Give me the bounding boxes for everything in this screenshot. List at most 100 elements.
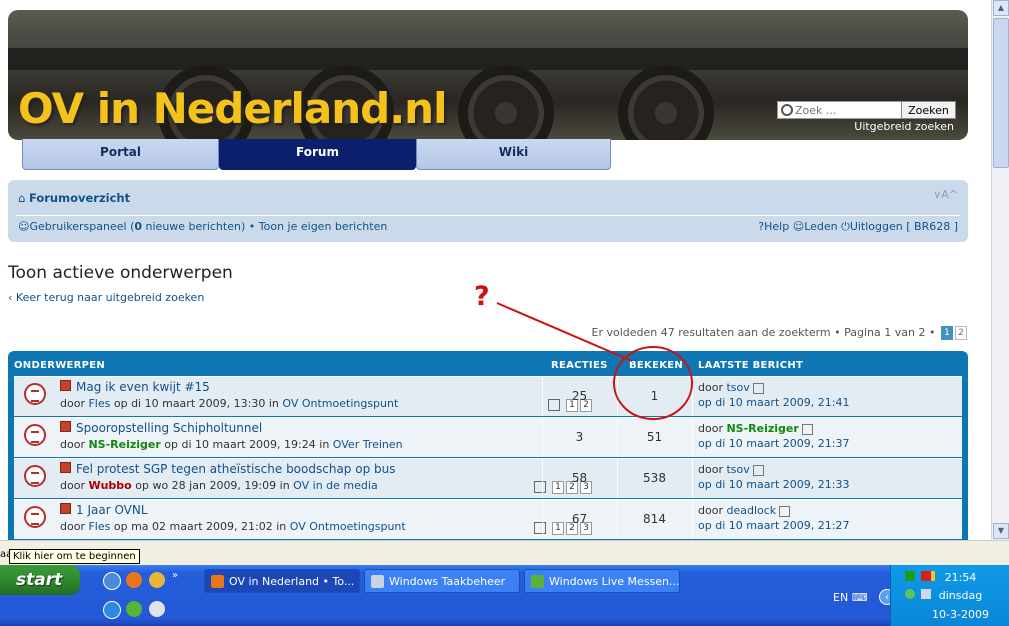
scroll-up-arrow-icon[interactable]: ▲ — [993, 0, 1009, 16]
page-label: Pagina — [844, 326, 881, 339]
user-panel-link[interactable]: Gebruikerspaneel — [29, 220, 126, 233]
last-by-label: door — [698, 463, 723, 476]
topic-date: op di 10 maart 2009, 13:30 — [113, 397, 266, 410]
in-label: in — [279, 479, 290, 492]
quicklaunch-expand-icon[interactable]: » — [172, 570, 188, 586]
topic-date: op wo 28 jan 2009, 19:09 — [135, 479, 277, 492]
last-post-date: op di 10 maart 2009, 21:33 — [698, 478, 850, 491]
topic-forum[interactable]: OV Ontmoetingspunt — [282, 397, 398, 410]
own-posts-link[interactable]: Toon je eigen berichten — [259, 220, 388, 233]
topic-author[interactable]: NS-Reiziger — [88, 438, 160, 451]
keyboard-icon: ⌨ — [851, 591, 868, 604]
topic-meta: door Fles op ma 02 maart 2009, 21:02 in … — [60, 520, 406, 533]
scroll-down-arrow-icon[interactable]: ▼ — [993, 523, 1009, 539]
views-count: 538 — [643, 471, 666, 485]
unread-post-icon[interactable] — [60, 462, 71, 473]
last-by-label: door — [698, 422, 723, 435]
language-indicator[interactable]: EN ⌨ — [833, 591, 868, 604]
help-link[interactable]: Help — [764, 220, 789, 233]
unread-post-icon[interactable] — [60, 421, 71, 432]
taskbar-button-messenger[interactable]: Windows Live Messen... — [524, 569, 680, 593]
page-indicator[interactable]: Pagina 1 van 2 — [844, 326, 925, 339]
topic-read-icon — [24, 383, 46, 405]
last-post-author: door NS-Reiziger — [698, 422, 813, 435]
new-messages-link[interactable]: nieuwe berichten) — [146, 220, 246, 233]
logout-link[interactable]: Uitloggen [ BR628 ] — [850, 220, 958, 233]
column-header-last-post[interactable]: LAATSTE BERICHT — [698, 360, 803, 371]
search-input[interactable] — [777, 101, 908, 119]
table-row: Spooropstelling Schipholtunnel door NS-R… — [14, 417, 962, 457]
topic-author[interactable]: Wubbo — [88, 479, 131, 492]
media-player-icon[interactable] — [149, 601, 165, 617]
topic-author[interactable]: Fles — [88, 397, 110, 410]
vertical-scrollbar[interactable]: ▲ ▼ — [991, 0, 1009, 540]
topic-title[interactable]: Spooropstelling Schipholtunnel — [60, 421, 262, 435]
topic-title-text: Fel protest SGP tegen atheïstische boods… — [76, 462, 396, 476]
search-button[interactable]: Zoeken — [901, 101, 956, 119]
column-header-topics[interactable]: ONDERWERPEN — [14, 360, 105, 371]
topic-title[interactable]: Mag ik even kwijt #15 — [60, 380, 210, 394]
tab-wiki[interactable]: Wiki — [416, 139, 611, 170]
goto-last-post-icon[interactable] — [801, 423, 813, 435]
advanced-search-link[interactable]: Uitgebreid zoeken — [854, 120, 954, 133]
topic-meta: door Fles op di 10 maart 2009, 13:30 in … — [60, 397, 398, 410]
topic-date: op di 10 maart 2009, 19:24 — [164, 438, 316, 451]
topic-forum[interactable]: OV Ontmoetingspunt — [290, 520, 406, 533]
separator-bullet: • — [248, 220, 256, 233]
goto-last-post-icon[interactable] — [752, 464, 764, 476]
site-logo[interactable]: OV in Nederland.nl — [18, 84, 447, 133]
font-resize-control[interactable]: ∨A^ — [933, 188, 958, 201]
last-author-link[interactable]: tsov — [726, 381, 749, 394]
unread-post-icon[interactable] — [60, 503, 71, 514]
winamp-icon[interactable] — [149, 572, 165, 588]
topic-forum[interactable]: OV in de media — [293, 479, 378, 492]
back-link[interactable]: ‹ Keer terug naar uitgebreid zoeken — [8, 291, 204, 304]
page-of: van — [894, 326, 916, 339]
last-author-link[interactable]: tsov — [726, 463, 749, 476]
last-post-date: op di 10 maart 2009, 21:41 — [698, 396, 850, 409]
page-number[interactable]: 2 — [955, 326, 967, 340]
column-header-replies[interactable]: REACTIES — [551, 360, 608, 371]
page-number[interactable]: 1 — [941, 326, 953, 340]
unread-post-icon[interactable] — [60, 380, 71, 391]
taskbar-button-firefox[interactable]: OV in Nederland • To... — [204, 569, 360, 593]
topic-forum[interactable]: OVer Treinen — [333, 438, 403, 451]
goto-last-post-icon[interactable] — [779, 505, 791, 517]
tab-forum[interactable]: Forum — [219, 139, 416, 170]
tab-portal[interactable]: Portal — [22, 139, 219, 170]
last-author-link[interactable]: NS-Reiziger — [726, 422, 798, 435]
members-link[interactable]: Leden — [804, 220, 837, 233]
right-user-links: ?Help ☺Leden ⏻Uitloggen [ BR628 ] — [758, 220, 958, 234]
train-wheel-image — [458, 65, 554, 140]
last-author-link[interactable]: deadlock — [726, 504, 776, 517]
topic-title-text: Mag ik even kwijt #15 — [76, 380, 210, 394]
messenger-icon[interactable] — [126, 601, 142, 617]
taskbar-button-taskmgr[interactable]: Windows Taakbeheer — [364, 569, 520, 593]
by-label: door — [60, 479, 85, 492]
train-wheel-image — [618, 65, 714, 140]
header-train-beam — [8, 48, 968, 70]
column-header-views[interactable]: BEKEKEN — [629, 360, 683, 371]
status-bar — [0, 540, 1009, 565]
start-button[interactable]: start — [0, 565, 80, 595]
table-row: Mag ik even kwijt #15 door Fles op di 10… — [14, 376, 962, 416]
internet-explorer-icon[interactable] — [103, 601, 121, 619]
goto-last-post-icon[interactable] — [752, 382, 764, 394]
browser-viewport: OV in Nederland.nl Zoeken Uitgebreid zoe… — [0, 0, 991, 540]
new-messages-count[interactable]: 0 — [134, 220, 142, 233]
topic-title[interactable]: Fel protest SGP tegen atheïstische boods… — [60, 462, 395, 476]
replies-count: 25 — [571, 389, 588, 403]
result-count: Er voldeden 47 resultaten aan de zoekter… — [591, 326, 831, 339]
windows-taskbar: start » OV in Nederland • To... Windows … — [0, 565, 1009, 626]
breadcrumb-forum-index[interactable]: Forumoverzicht — [29, 191, 130, 205]
topic-meta: door NS-Reiziger op di 10 maart 2009, 19… — [60, 438, 403, 451]
last-post-author: door tsov — [698, 381, 764, 394]
in-label: in — [319, 438, 330, 451]
topic-author[interactable]: Fles — [88, 520, 110, 533]
clock-day: dinsdag — [938, 589, 983, 602]
firefox-icon[interactable] — [126, 572, 142, 588]
scrollbar-thumb[interactable] — [993, 18, 1009, 168]
show-desktop-icon[interactable] — [103, 572, 121, 590]
clock-time[interactable]: 21:54 — [911, 571, 1009, 584]
topic-title[interactable]: 1 Jaar OVNL — [60, 503, 148, 517]
